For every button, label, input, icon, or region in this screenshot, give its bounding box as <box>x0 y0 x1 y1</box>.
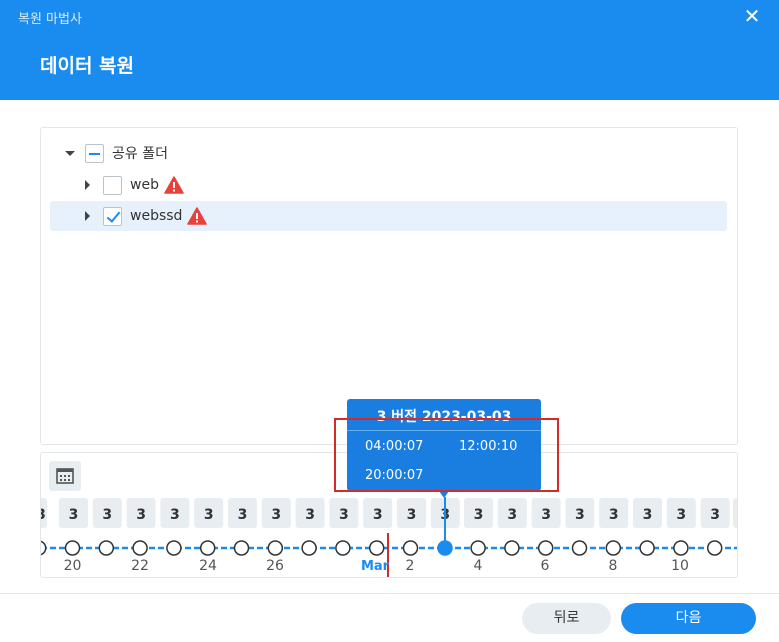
version-dot[interactable] <box>470 540 486 556</box>
version-dot[interactable] <box>368 540 385 556</box>
expand-arrow-icon[interactable] <box>85 211 90 221</box>
date-label: 22 <box>131 558 149 574</box>
shared-folder-tree: 공유 폴더 web webssd <box>40 127 738 445</box>
version-badge-label[interactable]: 3 <box>575 507 585 523</box>
version-dot[interactable] <box>199 540 216 556</box>
expand-arrow-icon[interactable] <box>85 180 90 190</box>
version-badge-label[interactable]: 3 <box>609 507 619 523</box>
version-badge-label[interactable]: 3 <box>271 507 281 523</box>
version-badge-label[interactable]: 3 <box>69 507 79 523</box>
date-label: 6 <box>541 558 550 574</box>
date-label: 4 <box>474 558 483 574</box>
version-dot[interactable] <box>402 540 419 556</box>
version-badge-label[interactable]: 3 <box>373 507 383 523</box>
root-checkbox[interactable] <box>85 143 104 163</box>
wizard-header: 복원 마법사 ✕ 데이터 복원 <box>0 0 779 100</box>
version-dot[interactable] <box>605 540 622 556</box>
date-label: 8 <box>609 558 618 574</box>
version-badge-label[interactable]: 3 <box>339 507 349 523</box>
version-dot[interactable] <box>537 540 554 556</box>
version-badge-label[interactable]: 3 <box>170 507 180 523</box>
version-dot[interactable] <box>335 540 351 556</box>
version-badge-label[interactable]: 3 <box>41 507 46 523</box>
version-dot[interactable] <box>504 540 520 556</box>
tree-item-webssd[interactable]: webssd <box>50 201 727 231</box>
date-label: 24 <box>199 558 217 574</box>
version-badge-label[interactable]: 3 <box>541 507 551 523</box>
close-icon[interactable]: ✕ <box>740 4 764 28</box>
version-dot[interactable] <box>639 540 655 556</box>
collapse-arrow-icon[interactable] <box>65 150 75 156</box>
warning-icon <box>187 207 208 225</box>
version-badge-label[interactable]: 3 <box>710 507 720 523</box>
version-dot[interactable] <box>98 540 115 556</box>
tree-item-label: web <box>130 177 159 193</box>
back-button[interactable]: 뒤로 <box>522 603 611 634</box>
tree-root-label: 공유 폴더 <box>112 146 168 162</box>
version-dot[interactable] <box>132 540 148 556</box>
highlight-annotation <box>334 418 559 492</box>
version-dot[interactable] <box>166 540 182 556</box>
version-badge-label[interactable]: 3 <box>643 507 653 523</box>
webssd-checkbox[interactable] <box>103 206 122 226</box>
version-dot[interactable] <box>301 540 317 556</box>
version-badge-partial[interactable] <box>733 498 738 528</box>
tree-item-label: webssd <box>130 208 183 224</box>
version-badge-label[interactable]: 3 <box>204 507 214 523</box>
date-label: 26 <box>266 558 284 574</box>
version-badge-label[interactable]: 3 <box>102 507 112 523</box>
version-badge-label[interactable]: 3 <box>676 507 686 523</box>
tooltip-pointer <box>439 491 449 498</box>
version-dot[interactable] <box>64 540 81 556</box>
wizard-title: 복원 마법사 <box>18 12 82 27</box>
date-label: 10 <box>671 558 689 574</box>
date-label: 2 <box>406 558 415 574</box>
version-dot[interactable] <box>233 540 250 556</box>
version-dot[interactable] <box>673 540 689 556</box>
version-badge-label[interactable]: 3 <box>136 507 146 523</box>
version-badge-label[interactable]: 3 <box>305 507 315 523</box>
tree-root-row[interactable]: 공유 폴더 <box>65 138 168 168</box>
web-checkbox[interactable] <box>103 175 122 195</box>
version-badge-label[interactable]: 3 <box>238 507 248 523</box>
version-badge-label[interactable]: 3 <box>474 507 484 523</box>
footer-divider <box>0 593 779 594</box>
selected-version-dot[interactable] <box>437 540 453 556</box>
version-badge-label[interactable]: 3 <box>507 507 517 523</box>
step-title: 데이터 복원 <box>40 55 135 77</box>
month-label: Mar <box>361 559 390 574</box>
version-badge-label[interactable]: 3 <box>407 507 417 523</box>
warning-icon <box>164 176 184 194</box>
version-dot[interactable] <box>706 540 723 556</box>
date-label: 20 <box>64 558 82 574</box>
version-dot[interactable] <box>267 540 284 556</box>
version-dot[interactable] <box>41 540 47 556</box>
version-dot[interactable] <box>571 540 588 556</box>
tree-item-web[interactable]: web <box>85 170 184 200</box>
next-button[interactable]: 다음 <box>621 603 756 634</box>
